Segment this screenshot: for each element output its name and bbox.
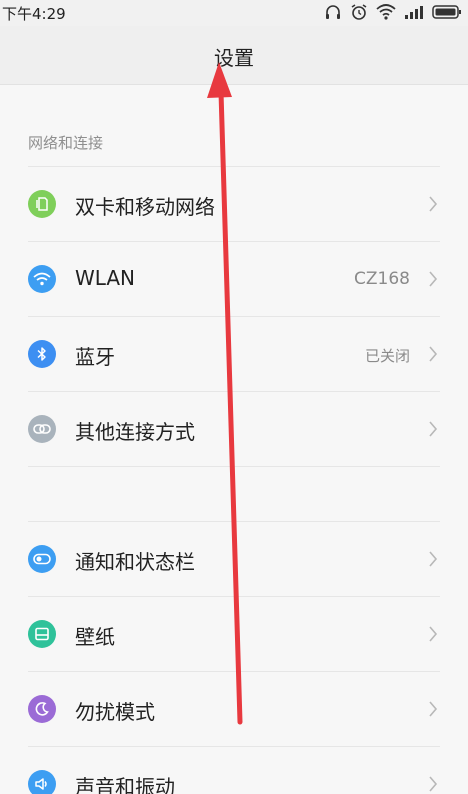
page-title: 设置 — [214, 46, 254, 70]
chevron-right-icon — [428, 700, 438, 722]
settings-item-value: CZ168 — [354, 269, 410, 289]
signal-icon — [404, 4, 424, 20]
wallpaper-icon — [28, 620, 56, 648]
settings-item-bluetooth[interactable]: 蓝牙 已关闭 — [0, 317, 468, 391]
settings-item-notifications[interactable]: 通知和状态栏 — [0, 522, 468, 596]
chevron-right-icon — [428, 775, 438, 794]
chevron-right-icon — [428, 345, 438, 367]
settings-item-sound[interactable]: 声音和振动 — [0, 747, 468, 794]
settings-item-wlan[interactable]: WLAN CZ168 — [0, 242, 468, 316]
moon-icon — [28, 695, 56, 723]
battery-icon — [432, 4, 462, 20]
settings-item-label: 声音和振动 — [75, 775, 175, 794]
section-label-network: 网络和连接 — [28, 134, 104, 152]
settings-item-other-connections[interactable]: 其他连接方式 — [0, 392, 468, 466]
app-header: 设置 — [0, 26, 468, 85]
chevron-right-icon — [428, 550, 438, 572]
settings-item-label: 双卡和移动网络 — [75, 195, 215, 219]
speaker-icon — [28, 770, 56, 794]
chevron-right-icon — [428, 625, 438, 647]
status-icons — [324, 3, 462, 21]
chevron-right-icon — [428, 420, 438, 442]
settings-item-label: 蓝牙 — [75, 345, 115, 369]
headphones-icon — [324, 3, 342, 21]
settings-item-value: 已关闭 — [364, 347, 410, 365]
settings-item-label: 其他连接方式 — [75, 420, 195, 444]
settings-item-label: 通知和状态栏 — [75, 550, 195, 574]
toggle-icon — [28, 545, 56, 573]
settings-item-do-not-disturb[interactable]: 勿扰模式 — [0, 672, 468, 746]
settings-item-label: 勿扰模式 — [75, 700, 155, 724]
bluetooth-icon — [28, 340, 56, 368]
wifi-icon — [376, 3, 396, 21]
chevron-right-icon — [428, 195, 438, 217]
group-spacer — [0, 467, 468, 521]
link-icon — [28, 415, 56, 443]
alarm-icon — [350, 3, 368, 21]
settings-item-label: 壁纸 — [75, 625, 115, 649]
chevron-right-icon — [428, 270, 438, 292]
status-time: 下午4:29 — [2, 5, 66, 23]
status-bar: 下午4:29 — [0, 0, 468, 26]
settings-item-label: WLAN — [75, 266, 136, 290]
wifi-icon — [28, 265, 56, 293]
settings-item-wallpaper[interactable]: 壁纸 — [0, 597, 468, 671]
sim-card-icon — [28, 190, 56, 218]
settings-item-dual-sim[interactable]: 双卡和移动网络 — [0, 167, 468, 241]
